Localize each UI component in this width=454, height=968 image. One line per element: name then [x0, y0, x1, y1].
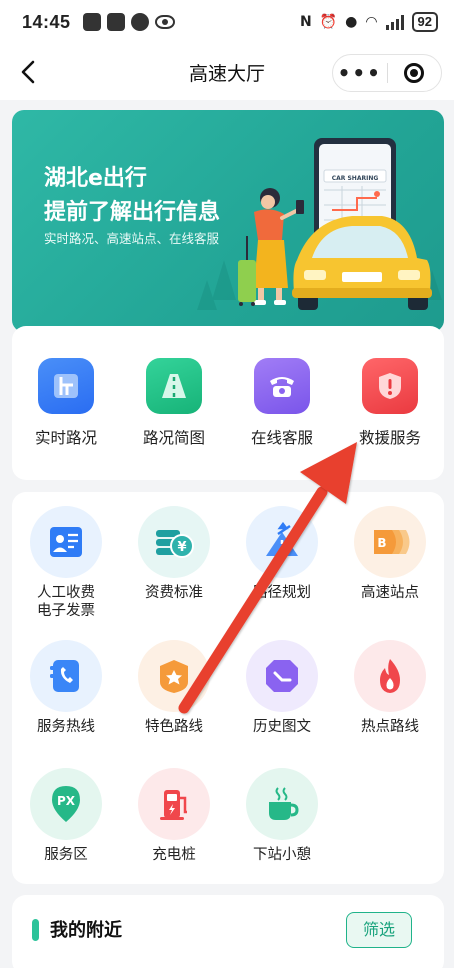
service-label: 高速站点	[361, 585, 419, 601]
app-notification-icon	[130, 13, 149, 31]
hot-route-icon	[354, 640, 426, 712]
charging-pile-icon	[138, 768, 210, 840]
alarm-icon: ⏰	[319, 14, 338, 30]
quick-service-button[interactable]: 在线客服	[228, 326, 336, 480]
notification-icons	[82, 13, 175, 31]
close-circle-icon	[404, 63, 425, 83]
service-label: 资费标准	[145, 585, 203, 601]
featured-route-icon	[138, 640, 210, 712]
banner-subtitle: 实时路况、高速站点、在线客服	[44, 231, 220, 246]
service-history[interactable]: 历史图文	[228, 640, 336, 736]
history-icon	[246, 640, 318, 712]
service-label: 服务热线	[37, 719, 95, 735]
service-rest[interactable]: 下站小憩	[228, 768, 336, 864]
service-area-icon: PX	[30, 768, 102, 840]
quick-label: 实时路况	[34, 429, 97, 447]
quick-traffic-button[interactable]: 实时路况	[12, 326, 120, 480]
service-invoice[interactable]: 人工收费 电子发票	[12, 506, 120, 620]
promo-banner[interactable]: CAR SHARING 湖北e出行 提前了解出行信息 实时路况、高速站点、在线客…	[12, 110, 444, 332]
road-icon	[146, 358, 202, 414]
system-icons: N ⏰ ● ◠ 92	[300, 12, 438, 32]
banner-title: 湖北e出行	[44, 166, 147, 191]
service-charging[interactable]: 充电桩	[120, 768, 228, 864]
service-area[interactable]: PX 服务区	[12, 768, 120, 864]
service-toll-fee[interactable]: ¥ 资费标准	[120, 506, 228, 602]
service-label: 下站小憩	[253, 847, 311, 863]
quick-rescue-button[interactable]: 救援服务	[336, 326, 444, 480]
service-label: 充电桩	[152, 847, 196, 863]
app-notification-icon	[82, 13, 101, 31]
eye-icon	[154, 15, 175, 29]
invoice-icon	[30, 506, 102, 578]
route-plan-icon	[246, 506, 318, 578]
service-route-plan[interactable]: 路径规划	[228, 506, 336, 602]
service-label: 历史图文	[253, 719, 311, 735]
filter-button[interactable]: 筛选	[346, 912, 412, 948]
close-button[interactable]	[387, 63, 441, 83]
hotline-icon	[30, 640, 102, 712]
status-time: 14:45	[22, 11, 71, 32]
mini-program-capsule: •••	[332, 54, 442, 92]
service-label: 路径规划	[253, 585, 311, 601]
services-card: 人工收费 电子发票 ¥ 资费标准 路径规划 B 高速站点 服务热线 特色路线 历…	[12, 492, 444, 884]
banner-headline: 提前了解出行信息	[44, 200, 221, 225]
back-arrow-icon[interactable]	[16, 58, 42, 86]
quick-label: 路况简图	[142, 429, 205, 447]
status-bar: 14:45 N ⏰ ● ◠ 92	[0, 0, 454, 44]
service-label: 服务区	[44, 847, 88, 863]
more-button[interactable]: •••	[333, 61, 387, 85]
nav-header: 高速大厅 •••	[0, 44, 454, 100]
quick-actions-card: 实时路况 路况简图 在线客服 救援服务	[12, 326, 444, 480]
rest-coffee-icon	[246, 768, 318, 840]
traffic-map-icon	[38, 358, 94, 414]
nfc-icon: N	[299, 14, 312, 30]
page-title: 高速大厅	[188, 62, 265, 85]
signal-icon	[385, 14, 404, 30]
quick-road-map-button[interactable]: 路况简图	[120, 326, 228, 480]
service-station[interactable]: B 高速站点	[336, 506, 444, 602]
service-featured-route[interactable]: 特色路线	[120, 640, 228, 736]
battery-icon: 92	[411, 12, 438, 32]
location-icon: ●	[345, 14, 358, 30]
app-notification-icon	[106, 13, 125, 31]
service-hot-route[interactable]: 热点路线	[336, 640, 444, 736]
quick-label: 救援服务	[358, 429, 421, 447]
telephone-icon	[254, 358, 310, 414]
yen-glyph: ¥	[177, 540, 186, 555]
service-label: 特色路线	[145, 719, 203, 735]
station-glyph: B	[377, 536, 386, 550]
wifi-icon: ◠	[365, 14, 378, 30]
nearby-title: 我的附近	[50, 920, 122, 941]
phone-screen-text: CAR SHARING	[332, 175, 379, 182]
rescue-shield-icon	[362, 358, 418, 414]
section-accent-bar	[32, 919, 39, 941]
service-label: 人工收费 电子发票	[37, 585, 95, 619]
quick-label: 在线客服	[250, 429, 313, 447]
station-icon: B	[354, 506, 426, 578]
nearby-card: 我的附近 筛选	[12, 895, 444, 968]
toll-fee-icon: ¥	[138, 506, 210, 578]
service-label: 热点路线	[361, 719, 419, 735]
service-hotline[interactable]: 服务热线	[12, 640, 120, 736]
px-glyph: PX	[57, 794, 76, 808]
